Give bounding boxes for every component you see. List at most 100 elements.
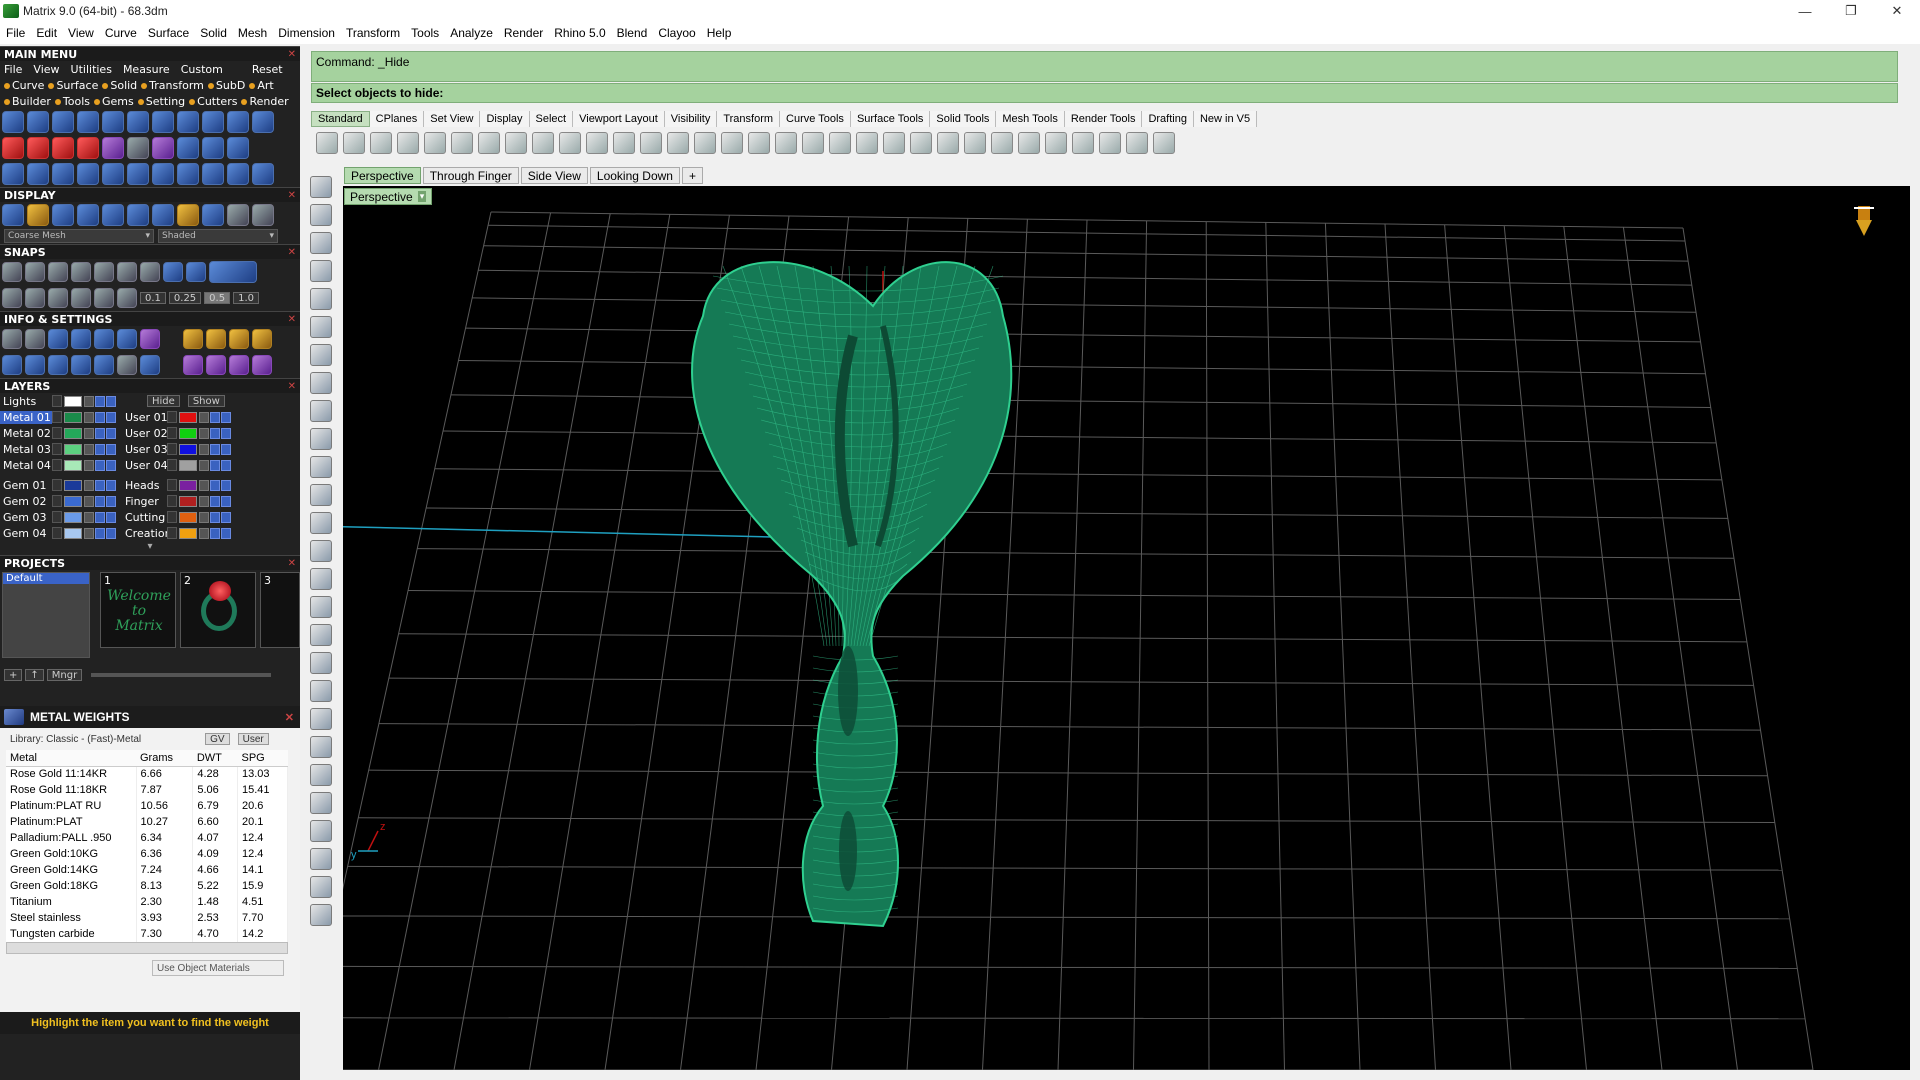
- print-icon[interactable]: [397, 132, 419, 154]
- menu-help[interactable]: Help: [707, 26, 732, 40]
- layer-name[interactable]: Metal 04: [0, 459, 52, 472]
- search-icon[interactable]: [25, 329, 45, 349]
- metal-col-header[interactable]: Metal: [6, 750, 136, 767]
- visibility-icon[interactable]: [95, 427, 105, 439]
- snap-value-0.1[interactable]: 0.1: [140, 292, 166, 304]
- array-icon[interactable]: [310, 708, 332, 730]
- gv-toggle[interactable]: GV: [205, 733, 230, 745]
- layer-color-swatch[interactable]: [179, 511, 197, 523]
- options-gear-icon[interactable]: [1099, 132, 1121, 154]
- command-prompt[interactable]: Select objects to hide:: [311, 83, 1898, 103]
- menu-rhino-5-0[interactable]: Rhino 5.0: [554, 26, 605, 40]
- filter-icon[interactable]: [1072, 132, 1094, 154]
- lock-icon[interactable]: [199, 511, 209, 523]
- tab-new-in-v5[interactable]: New in V5: [1193, 110, 1258, 127]
- cage-icon[interactable]: [310, 736, 332, 758]
- layer-arrow[interactable]: [52, 527, 62, 539]
- main-menu-tools[interactable]: Tools: [54, 95, 90, 108]
- close-icon[interactable]: ✕: [288, 247, 296, 258]
- view-tab-through-finger[interactable]: Through Finger: [422, 167, 519, 184]
- ellipse-icon[interactable]: [310, 316, 332, 338]
- layer-color-swatch[interactable]: [64, 479, 82, 491]
- properties-icon[interactable]: [424, 132, 446, 154]
- project-thumb-1[interactable]: 1 Welcome to Matrix: [100, 572, 176, 648]
- close-icon[interactable]: ✕: [288, 381, 296, 392]
- lock-icon[interactable]: [199, 411, 209, 423]
- visibility-icon[interactable]: [210, 427, 220, 439]
- lock-icon[interactable]: [199, 495, 209, 507]
- main-menu-measure[interactable]: Measure: [123, 63, 170, 76]
- visibility-icon[interactable]: [95, 527, 105, 539]
- wireframe-icon[interactable]: [2, 204, 24, 226]
- sphere-icon[interactable]: [202, 204, 224, 226]
- curve-tool-icon[interactable]: [27, 111, 49, 133]
- tool-icon[interactable]: [183, 329, 203, 349]
- visibility-icon[interactable]: [106, 395, 116, 407]
- lock-icon[interactable]: [84, 411, 94, 423]
- main-menu-curve[interactable]: Curve: [4, 79, 44, 92]
- line-tool-icon[interactable]: [52, 137, 74, 159]
- cylinder-icon[interactable]: [310, 568, 332, 590]
- lock-icon[interactable]: [84, 495, 94, 507]
- layer-snap-icon[interactable]: [25, 288, 45, 308]
- dimension-icon[interactable]: [1126, 132, 1148, 154]
- transform-icon[interactable]: [310, 652, 332, 674]
- points-icon[interactable]: [856, 132, 878, 154]
- visibility-icon[interactable]: [221, 511, 231, 523]
- layer-color-swatch[interactable]: [64, 411, 82, 423]
- tool-icon[interactable]: [229, 329, 249, 349]
- paste-icon[interactable]: [505, 132, 527, 154]
- tan-snap-icon[interactable]: [48, 288, 68, 308]
- visibility-icon[interactable]: [95, 479, 105, 491]
- table-hscrollbar[interactable]: [6, 942, 288, 954]
- xray-icon[interactable]: [102, 204, 124, 226]
- perspective-viewport[interactable]: z y: [343, 186, 1910, 1070]
- project-thumb-2[interactable]: 2: [180, 572, 256, 648]
- sphere-shaded-icon[interactable]: [1018, 132, 1040, 154]
- select-arrow-icon[interactable]: [310, 176, 332, 198]
- main-menu-view[interactable]: View: [33, 63, 59, 76]
- layer-arrow[interactable]: [52, 427, 62, 439]
- undo-icon[interactable]: [532, 132, 554, 154]
- visibility-icon[interactable]: [221, 443, 231, 455]
- layer-color-swatch[interactable]: [179, 459, 197, 471]
- revolve-icon[interactable]: [310, 484, 332, 506]
- sphere-icon[interactable]: [310, 540, 332, 562]
- layer-color-swatch[interactable]: [179, 411, 197, 423]
- layer-name[interactable]: Metal 01: [0, 410, 52, 424]
- main-menu-gems[interactable]: Gems: [94, 95, 134, 108]
- ghosted-icon[interactable]: [127, 204, 149, 226]
- layer-name[interactable]: User 01: [117, 411, 167, 424]
- cross-tool-icon[interactable]: [2, 137, 24, 159]
- layer-name[interactable]: Creation: [117, 527, 167, 540]
- sphere-icon[interactable]: [991, 132, 1013, 154]
- mirror-tool-icon[interactable]: [202, 163, 224, 185]
- light-icon[interactable]: [27, 204, 49, 226]
- menu-transform[interactable]: Transform: [346, 26, 400, 40]
- flow-tool-icon[interactable]: [152, 163, 174, 185]
- layer-name[interactable]: Finger: [117, 495, 167, 508]
- box-icon[interactable]: [310, 512, 332, 534]
- main-menu-subd[interactable]: SubD: [207, 79, 245, 92]
- use-object-materials-checkbox[interactable]: Use Object Materials: [152, 960, 284, 976]
- layer-color-swatch[interactable]: [179, 495, 197, 507]
- zoom-window-icon[interactable]: [640, 132, 662, 154]
- layer-color-swatch[interactable]: [64, 443, 82, 455]
- lock-icon[interactable]: [199, 479, 209, 491]
- main-menu-reset[interactable]: Reset: [252, 63, 283, 76]
- mesh-icon[interactable]: [310, 876, 332, 898]
- layer-name[interactable]: Metal 03: [0, 443, 52, 456]
- zoom-selected-icon[interactable]: [694, 132, 716, 154]
- pan-icon[interactable]: [559, 132, 581, 154]
- sun-icon[interactable]: [177, 204, 199, 226]
- loft-tool-icon[interactable]: [227, 137, 249, 159]
- light-bulb-icon[interactable]: [883, 132, 905, 154]
- visibility-icon[interactable]: [106, 411, 116, 423]
- lock-icon[interactable]: [84, 459, 94, 471]
- lock-icon[interactable]: [199, 459, 209, 471]
- tool-icon[interactable]: [206, 355, 226, 375]
- layer-arrow[interactable]: [167, 411, 177, 423]
- display-mode-select[interactable]: Shaded ▾: [158, 229, 278, 243]
- tool-icon[interactable]: [229, 355, 249, 375]
- visibility-icon[interactable]: [221, 411, 231, 423]
